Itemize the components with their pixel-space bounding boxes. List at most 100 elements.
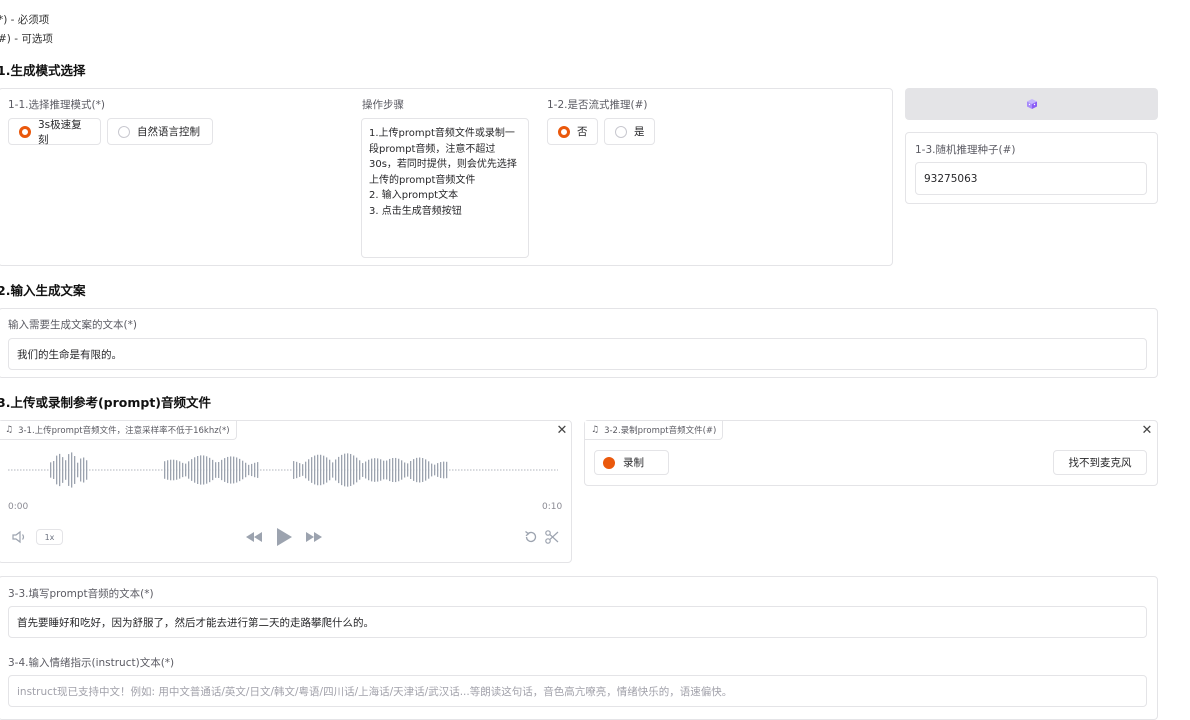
- clear-record-close-icon[interactable]: ✕: [1138, 421, 1156, 439]
- fast-forward-icon[interactable]: [304, 530, 324, 544]
- waveform-bar: [59, 453, 61, 487]
- waveform-bar: [68, 454, 70, 486]
- waveform-bar: [80, 458, 82, 482]
- record-button[interactable]: 录制: [594, 450, 669, 475]
- mode-option-label: 自然语言控制: [137, 126, 200, 138]
- waveform-bar: [350, 453, 352, 487]
- time-start: 0:00: [8, 502, 29, 512]
- record-audio-tag: ♫ 3-2.录制prompt音频文件(#): [585, 421, 724, 440]
- waveform-bar: [248, 464, 250, 476]
- section-3-title: 3.上传或录制参考(prompt)音频文件: [0, 395, 212, 410]
- waveform-bar: [293, 461, 295, 479]
- reset-icon[interactable]: [523, 529, 539, 545]
- steps-textbox[interactable]: 1.上传prompt音频文件或录制一段prompt音频，注意不超过30s，若同时…: [361, 118, 529, 258]
- waveform-bar: [74, 456, 76, 484]
- stream-option-label: 否: [577, 126, 588, 138]
- tts-text-input[interactable]: 我们的生命是有限的。: [8, 338, 1147, 370]
- waveform-bar: [167, 460, 169, 480]
- waveform-bar: [179, 461, 181, 479]
- waveform-bar: [395, 457, 397, 483]
- waveform-bar: [413, 459, 415, 481]
- mode-option-fast-clone[interactable]: 3s极速复刻: [8, 118, 101, 146]
- waveform-bar: [305, 461, 307, 479]
- instruct-text-input[interactable]: instruct现已支持中文！例如: 用中文普通话/英文/日文/韩文/粤语/四川…: [8, 675, 1147, 707]
- waveform-bar: [86, 460, 88, 480]
- waveform-bar: [428, 461, 430, 479]
- waveform-bar: [254, 462, 256, 478]
- radio-selected-icon: [558, 125, 570, 138]
- waveform-bar: [389, 458, 391, 482]
- waveform-bar: [50, 462, 52, 478]
- waveform-bar: [188, 461, 190, 479]
- music-note-icon: ♫: [5, 425, 14, 435]
- random-seed-button[interactable]: [905, 88, 1158, 120]
- waveform-bar: [332, 462, 334, 478]
- waveform-bar: [299, 463, 301, 477]
- waveform-bar: [77, 462, 79, 478]
- prompt-text-label: 3-3.填写prompt音频的文本(*): [8, 588, 154, 600]
- waveform-bar: [311, 457, 313, 483]
- stream-option-no[interactable]: 否: [547, 118, 598, 145]
- audio-waveform[interactable]: [8, 448, 558, 492]
- section-1-title: 1.生成模式选择: [0, 63, 86, 78]
- waveform-bar: [227, 456, 229, 484]
- waveform-bar: [314, 455, 316, 485]
- stream-option-yes[interactable]: 是: [604, 118, 655, 145]
- mode-option-natural-language[interactable]: 自然语言控制: [107, 118, 213, 145]
- waveform-bar: [338, 456, 340, 484]
- waveform-bar: [407, 463, 409, 477]
- play-icon[interactable]: [274, 526, 294, 548]
- waveform-bar: [194, 457, 196, 483]
- no-microphone-button[interactable]: 找不到麦克风: [1053, 450, 1147, 475]
- trim-scissors-icon[interactable]: [544, 529, 560, 545]
- stream-label: 1-2.是否流式推理(#): [547, 99, 648, 111]
- waveform-bar: [398, 458, 400, 482]
- waveform-bar: [308, 459, 310, 481]
- waveform-bar: [242, 460, 244, 480]
- radio-unselected-icon: [615, 125, 627, 138]
- waveform-bar: [329, 459, 331, 481]
- waveform-bar: [365, 461, 367, 479]
- waveform-bar: [341, 454, 343, 486]
- dice-icon: [1026, 99, 1037, 109]
- volume-icon[interactable]: [11, 529, 29, 545]
- seed-input[interactable]: 93275063: [915, 162, 1147, 195]
- waveform-bar: [434, 464, 436, 476]
- waveform-bar: [440, 462, 442, 478]
- waveform-bar: [431, 463, 433, 477]
- waveform-bar: [377, 458, 379, 482]
- waveform-bar: [182, 462, 184, 478]
- waveform-bar: [425, 459, 427, 481]
- waveform-bar: [197, 455, 199, 485]
- record-dot-icon: [603, 456, 615, 469]
- waveform-bar: [173, 459, 175, 481]
- waveform-bar: [212, 459, 214, 481]
- waveform-bar: [302, 464, 304, 476]
- waveform-bar: [335, 459, 337, 481]
- waveform-bar: [404, 462, 406, 478]
- rewind-icon[interactable]: [244, 530, 264, 544]
- waveform-bar: [245, 462, 247, 478]
- waveform-bar: [371, 458, 373, 482]
- waveform-bar: [296, 461, 298, 479]
- time-end: 0:10: [542, 502, 563, 512]
- clear-upload-close-icon[interactable]: ✕: [553, 421, 571, 439]
- record-button-label: 录制: [623, 457, 644, 469]
- waveform-bar: [320, 454, 322, 486]
- waveform-bar: [185, 463, 187, 477]
- waveform-bar: [368, 459, 370, 481]
- waveform-bar: [239, 458, 241, 482]
- waveform-bar: [53, 461, 55, 479]
- waveform-bar: [233, 456, 235, 484]
- waveform-bar: [347, 453, 349, 487]
- waveform-bar: [374, 458, 376, 482]
- radio-selected-icon: [19, 125, 31, 138]
- playback-speed-button[interactable]: 1x: [36, 529, 63, 545]
- prompt-text-input[interactable]: 首先要睡好和吃好，因为舒服了，然后才能去进行第二天的走路攀爬什么的。: [8, 606, 1147, 638]
- waveform-bar: [257, 462, 259, 478]
- waveform-bar: [383, 460, 385, 480]
- waveform-bar: [200, 455, 202, 485]
- waveform-bar: [62, 457, 64, 483]
- waveform-bar: [401, 460, 403, 480]
- legend-optional: #) - 可选项: [0, 33, 53, 45]
